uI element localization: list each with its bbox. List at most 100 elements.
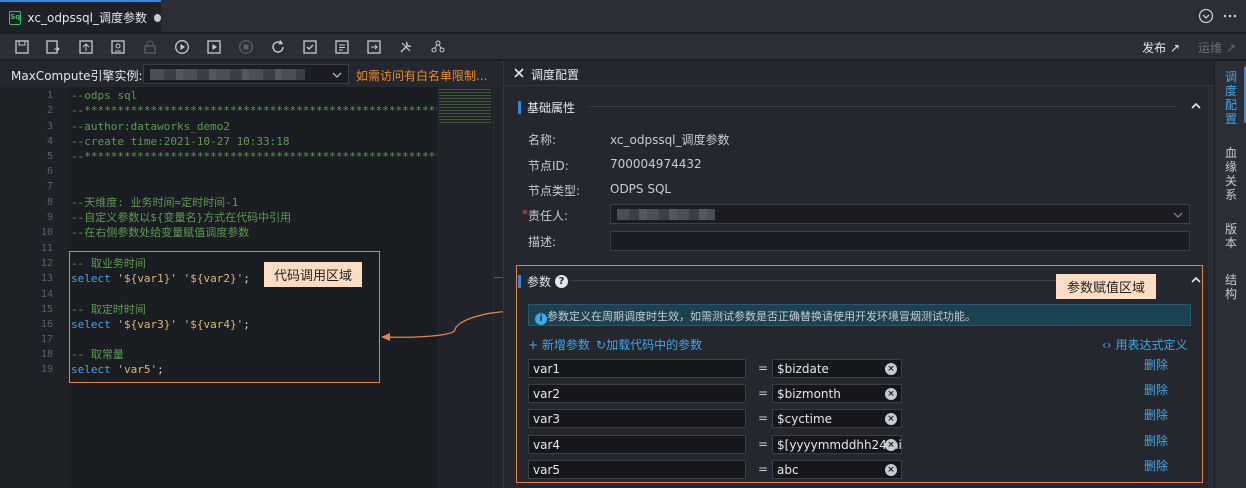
line-number: 5: [46, 151, 53, 162]
param-value-input[interactable]: $bizmonth ×: [772, 384, 902, 403]
close-icon[interactable]: [513, 67, 525, 79]
publish-button[interactable]: 发布 ↗: [1142, 39, 1180, 56]
code-line: --**************************************…: [71, 104, 449, 117]
panel-header: 调度配置: [504, 61, 1215, 86]
section-accent: [518, 275, 521, 288]
clear-icon[interactable]: ×: [885, 464, 897, 476]
params-section-header[interactable]: 参数 ?: [518, 273, 569, 290]
param-value-text: $cyctime: [777, 412, 833, 426]
expression-define-label: 用表达式定义: [1115, 338, 1188, 352]
scrollbar-thumb[interactable]: [494, 277, 503, 283]
chevron-circle-down-icon[interactable]: [1198, 8, 1214, 24]
tab-active-file[interactable]: Sq xc_odpssql_调度参数: [0, 0, 161, 33]
param-area-label: 参数赋值区域: [1056, 274, 1157, 299]
param-notice: i 参数定义在周期调度时生效，如需测试参数是否正确替换请使用开发环境冒烟测试功能。: [528, 304, 1191, 326]
description-input[interactable]: [610, 231, 1190, 251]
delete-param-button[interactable]: 删除: [1144, 432, 1168, 449]
minimap-preview: [439, 89, 491, 123]
run-icon[interactable]: [174, 39, 190, 55]
chevron-down-icon: [1173, 212, 1183, 218]
owner-select[interactable]: [610, 204, 1190, 224]
save-icon[interactable]: [14, 39, 30, 55]
param-value-input[interactable]: $cyctime ×: [772, 409, 902, 428]
delete-param-button[interactable]: 删除: [1144, 406, 1168, 423]
param-value-text: $bizdate: [777, 362, 829, 376]
param-name-input[interactable]: var1: [528, 359, 746, 378]
line-number: 8: [46, 197, 53, 208]
code-line: --自定义参数以${变量名}方式在代码中引用: [71, 211, 292, 224]
clear-icon[interactable]: ×: [885, 388, 897, 400]
basic-section-header[interactable]: 基础属性: [518, 99, 575, 116]
unsaved-dot-icon[interactable]: [154, 13, 161, 22]
line-number: 9: [46, 212, 53, 223]
code-line: --在右侧参数处给变量赋值调度参数: [71, 226, 250, 239]
param-name-input[interactable]: var5: [528, 460, 746, 479]
delete-param-button[interactable]: 删除: [1144, 356, 1168, 373]
param-name-input[interactable]: var4: [528, 435, 746, 454]
tab-bar: Sq xc_odpssql_调度参数: [0, 0, 1246, 33]
line-number: 14: [40, 289, 53, 300]
more-icon[interactable]: [1222, 8, 1238, 24]
param-value-input[interactable]: $bizdate ×: [772, 359, 902, 378]
submit-icon[interactable]: [78, 39, 94, 55]
line-number: 16: [40, 319, 53, 330]
equals-sign: =: [758, 361, 769, 375]
equals-sign: =: [758, 462, 769, 476]
node-id-value: 700004974432: [610, 157, 702, 171]
tab-title: xc_odpssql_调度参数: [27, 11, 148, 25]
code-line: --**************************************…: [71, 150, 449, 163]
run-with-params-icon[interactable]: [206, 39, 222, 55]
equals-sign: =: [758, 437, 769, 451]
lineage-graph-icon[interactable]: [430, 39, 446, 55]
reload-icon[interactable]: [270, 39, 286, 55]
go-to-ops-icon[interactable]: [366, 39, 382, 55]
param-name-input[interactable]: var3: [528, 409, 746, 428]
param-value-input[interactable]: $[yyyymmddhh24mi ×: [772, 435, 902, 454]
plus-icon: +: [528, 338, 539, 352]
code-editor[interactable]: 1 2 3 4 5 6 7 8 9 10 11 12 13 14 15 16 17 18 19 --odps sql…: [0, 87, 503, 488]
side-tabs: 调度配置 血缘关系 版本 结构: [1214, 61, 1246, 488]
param-name-input[interactable]: var2: [528, 384, 746, 403]
expression-define-button[interactable]: ‹› 用表达式定义: [1102, 336, 1187, 353]
help-icon[interactable]: ?: [555, 275, 569, 288]
chevron-up-icon[interactable]: [1190, 275, 1202, 285]
format-icon[interactable]: [334, 39, 350, 55]
delete-param-button[interactable]: 删除: [1144, 457, 1168, 474]
line-number: 10: [40, 227, 53, 238]
clear-icon[interactable]: ×: [885, 439, 897, 451]
line-number: 6: [46, 166, 53, 177]
editor-scrollbar[interactable]: [493, 87, 503, 488]
owner-label: 责任人:: [528, 209, 569, 223]
delete-param-button[interactable]: 删除: [1144, 381, 1168, 398]
param-value-input[interactable]: abc ×: [772, 460, 902, 479]
param-value-text: $[yyyymmddhh24mi: [777, 438, 902, 452]
side-tab-version[interactable]: 版本: [1224, 222, 1238, 250]
equals-sign: =: [758, 411, 769, 425]
code-icon: ‹›: [1102, 338, 1112, 352]
engine-instance-select[interactable]: [143, 64, 349, 84]
tools-icon[interactable]: [398, 39, 414, 55]
load-code-params-button[interactable]: ↻加载代码中的参数: [596, 336, 702, 353]
clear-icon[interactable]: ×: [885, 363, 897, 375]
code-call-area-label: 代码调用区域: [264, 262, 363, 287]
line-number: 19: [40, 364, 53, 375]
description-label: 描述:: [528, 235, 557, 249]
info-icon: i: [535, 313, 547, 325]
stop-icon: [239, 40, 253, 54]
node-type-value: ODPS SQL: [610, 182, 672, 196]
whitelist-warning[interactable]: 如需访问有白名单限制...: [356, 67, 487, 84]
code-line: --天维度: 业务时间=定时时间-1: [71, 196, 239, 209]
side-tab-lineage[interactable]: 血缘关系: [1224, 146, 1238, 202]
save-as-icon[interactable]: [45, 39, 61, 55]
section-divider: [570, 280, 1056, 281]
steal-lock-icon[interactable]: [110, 39, 126, 55]
clear-icon[interactable]: ×: [885, 413, 897, 425]
side-tab-structure[interactable]: 结构: [1224, 273, 1238, 301]
minimap[interactable]: [437, 87, 493, 488]
add-param-button[interactable]: + 新增参数: [528, 336, 590, 353]
chevron-up-icon[interactable]: [1190, 101, 1202, 111]
param-value-text: $bizmonth: [777, 387, 841, 401]
code-review-icon[interactable]: [302, 39, 318, 55]
section-accent: [518, 101, 521, 114]
side-tab-schedule[interactable]: 调度配置: [1224, 70, 1238, 126]
